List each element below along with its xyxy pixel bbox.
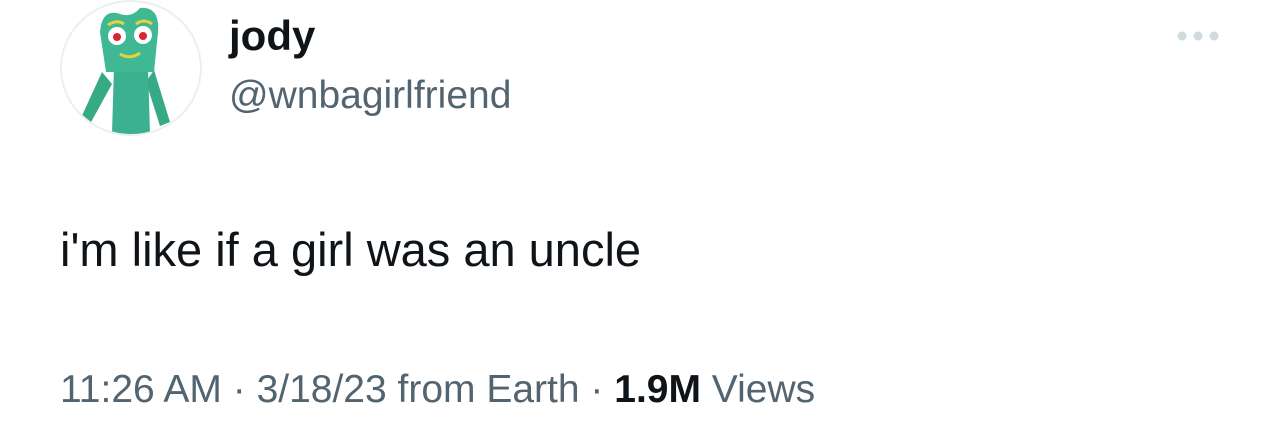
meta-separator: · bbox=[579, 368, 615, 411]
views-label: Views bbox=[700, 368, 816, 411]
more-options-button[interactable] bbox=[1170, 22, 1226, 50]
tweet-source: from Earth bbox=[386, 368, 580, 411]
author-handle[interactable]: @wnbagirlfriend bbox=[229, 72, 511, 120]
tweet: jody @wnbagirlfriend i'm like if a girl … bbox=[0, 0, 1284, 427]
gumby-avatar-icon bbox=[80, 7, 170, 134]
author-avatar[interactable] bbox=[60, 0, 202, 136]
tweet-time[interactable]: 11:26 AM bbox=[60, 368, 222, 411]
more-dots-icon bbox=[1177, 31, 1219, 41]
tweet-meta: 11:26 AM · 3/18/23 from Earth · 1.9M Vie… bbox=[60, 364, 815, 416]
tweet-text: i'm like if a girl was an uncle bbox=[60, 223, 642, 276]
meta-separator: · bbox=[221, 368, 257, 411]
views-link[interactable]: 1.9M Views bbox=[614, 368, 815, 411]
tweet-date[interactable]: 3/18/23 bbox=[257, 368, 387, 411]
author-display-name[interactable]: jody bbox=[229, 10, 315, 62]
views-count: 1.9M bbox=[614, 368, 701, 411]
